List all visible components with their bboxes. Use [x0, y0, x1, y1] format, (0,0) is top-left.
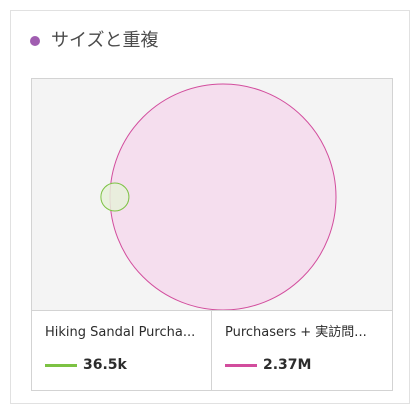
legend-label: Purchasers + 実訪問...: [225, 325, 367, 340]
legend-label: Hiking Sandal Purcha...: [45, 325, 196, 340]
legend-value: 36.5k: [83, 357, 127, 373]
legend-value-row: 36.5k: [45, 355, 127, 375]
card-title: サイズと重複: [51, 30, 159, 51]
size-overlap-card: サイズと重複 Hiking Sandal Purcha... 36.5k Pur…: [10, 10, 410, 404]
legend-value: 2.37M: [263, 357, 312, 373]
card-header: サイズと重複: [11, 11, 409, 69]
venn-circle-purchasers[interactable]: [109, 83, 337, 310]
header-dot-icon: [30, 36, 40, 46]
legend-swatch: [45, 363, 77, 367]
legend-item-purchasers[interactable]: Purchasers + 実訪問... 2.37M: [212, 311, 392, 390]
venn-diagram-area: [32, 79, 392, 311]
legend-row: Hiking Sandal Purcha... 36.5k Purchasers…: [32, 311, 392, 390]
legend-swatch: [225, 363, 257, 367]
legend-value-row: 2.37M: [225, 355, 311, 375]
venn-diagram: [100, 83, 337, 310]
legend-item-hiking-sandal[interactable]: Hiking Sandal Purcha... 36.5k: [32, 311, 212, 390]
venn-visualization: Hiking Sandal Purcha... 36.5k Purchasers…: [31, 78, 393, 391]
venn-circle-hiking-sandal[interactable]: [100, 182, 130, 212]
